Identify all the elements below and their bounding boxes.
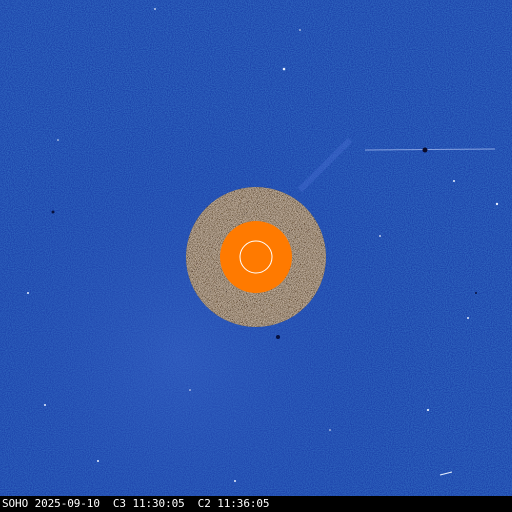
- occulter-disk: [220, 221, 292, 293]
- timestamp-caption: SOHO 2025-09-10 C3 11:30:05 C2 11:36:05: [2, 497, 270, 510]
- bright-object: [422, 147, 428, 153]
- caption-bar: SOHO 2025-09-10 C3 11:30:05 C2 11:36:05: [0, 496, 512, 512]
- coronagraph-image: SOHO 2025-09-10 C3 11:30:05 C2 11:36:05: [0, 0, 512, 512]
- coronagraph-field: [0, 0, 512, 496]
